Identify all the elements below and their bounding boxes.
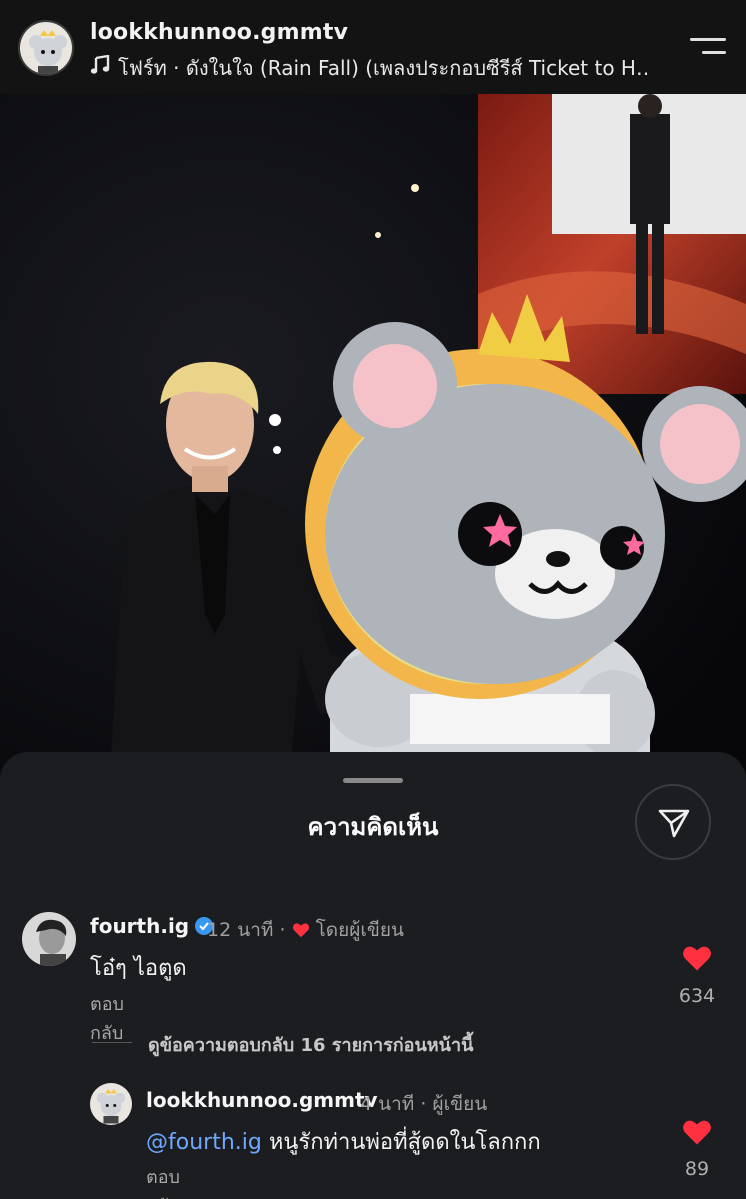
author-heart-icon [292, 919, 310, 941]
reply-time: 4 นาที [360, 1093, 415, 1115]
music-note-icon [90, 54, 112, 80]
like-heart-icon[interactable] [682, 944, 712, 976]
author-badge: ผู้เขียน [432, 1093, 488, 1115]
reply-avatar[interactable] [90, 1083, 132, 1125]
like-count: 634 [678, 985, 716, 1007]
sheet-grabber[interactable] [343, 778, 403, 783]
menu-icon[interactable] [690, 36, 726, 58]
reply-body: หนูรักท่านพ่อที่สู้ดดในโลกกก [261, 1130, 541, 1155]
replies-divider [92, 1042, 132, 1043]
mention-link[interactable]: @fourth.ig [146, 1130, 262, 1155]
author-username[interactable]: lookkhunnoo.gmmtv [90, 20, 348, 45]
like-heart-icon[interactable] [682, 1118, 712, 1150]
post-header: lookkhunnoo.gmmtv โฟร์ท · ดังในใจ (Rain … [0, 0, 746, 94]
meta-separator: · [420, 1093, 433, 1115]
view-previous-replies[interactable]: ดูข้อความตอบกลับ 16 รายการก่อนหน้านี้ [148, 1030, 473, 1059]
author-liked-label: โดยผู้เขียน [315, 919, 405, 941]
author-avatar[interactable] [18, 20, 74, 76]
reply-text: @fourth.ig หนูรักท่านพ่อที่สู้ดดในโลกกก [146, 1124, 541, 1159]
comment-time: 12 นาที [207, 919, 274, 941]
comment-username[interactable]: fourth.ig [90, 914, 217, 938]
reply-button[interactable]: ตอบกลับ [146, 1162, 180, 1199]
share-button[interactable] [635, 784, 711, 860]
reply-username[interactable]: lookkhunnoo.gmmtv [146, 1088, 378, 1112]
reply-meta: 4 นาที · ผู้เขียน [360, 1089, 487, 1119]
comment-meta: 12 นาที · โดยผู้เขียน [207, 915, 404, 945]
music-info[interactable]: โฟร์ท · ดังในใจ (Rain Fall) (เพลงประกอบซ… [90, 52, 650, 84]
like-count: 89 [684, 1158, 710, 1180]
comment-text: โอ๋ๆ ไอตูด [90, 956, 187, 981]
commenter-avatar[interactable] [22, 912, 76, 966]
meta-separator: · [279, 919, 292, 941]
reply-button[interactable]: ตอบกลับ [90, 989, 124, 1047]
post-photo[interactable] [0, 94, 746, 774]
photo-scene [0, 94, 746, 774]
sheet-title: ความคิดเห็น [307, 813, 439, 841]
music-track: โฟร์ท · ดังในใจ (Rain Fall) (เพลงประกอบซ… [118, 56, 650, 80]
